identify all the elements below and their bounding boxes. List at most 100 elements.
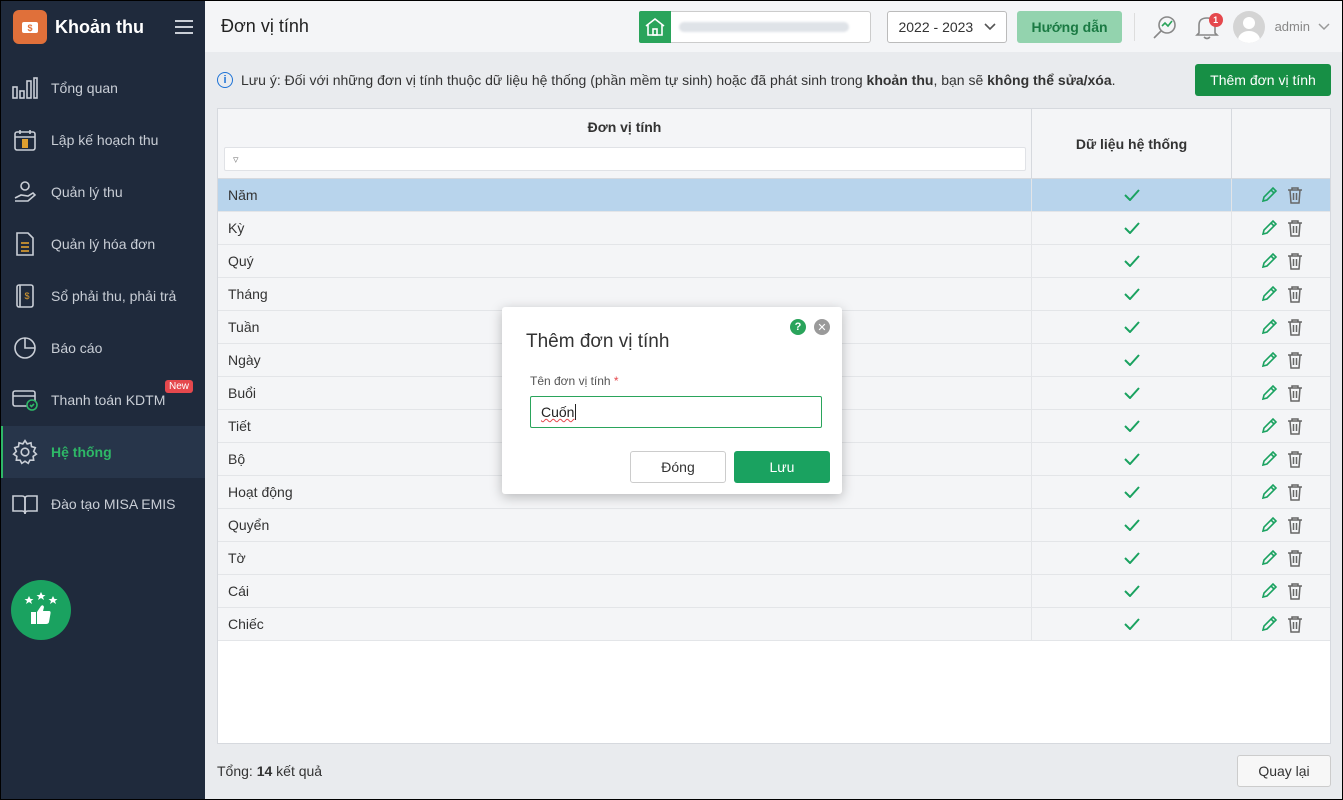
table-row[interactable]: Kỳ (218, 212, 1330, 245)
header-divider (1133, 12, 1135, 41)
system-check-icon (1032, 245, 1232, 277)
edit-icon[interactable] (1260, 450, 1278, 468)
sidebar-item-training[interactable]: Đào tạo MISA EMIS (1, 478, 205, 530)
sidebar-nav: Tổng quan Lập kế hoạch thu Quản lý thu Q… (1, 62, 205, 530)
sidebar-item-label: Đào tạo MISA EMIS (51, 496, 176, 512)
delete-icon[interactable] (1286, 384, 1304, 402)
top-header: Đơn vị tính 2022 - 2023 Hướng dẫn 1 admi… (205, 0, 1343, 52)
school-selector[interactable] (671, 10, 872, 43)
delete-icon[interactable] (1286, 351, 1304, 369)
sidebar-item-reports[interactable]: Báo cáo (1, 322, 205, 374)
unit-name-label: Tên đơn vị tính * (530, 374, 619, 388)
delete-icon[interactable] (1286, 252, 1304, 270)
unit-filter-input[interactable]: ▿ (224, 147, 1026, 171)
edit-icon[interactable] (1260, 417, 1278, 435)
system-check-icon (1032, 179, 1232, 211)
unit-name-input[interactable]: Cuốn (530, 396, 822, 428)
row-actions (1232, 476, 1330, 508)
system-check-icon (1032, 410, 1232, 442)
table-row[interactable]: Quý (218, 245, 1330, 278)
delete-icon[interactable] (1286, 318, 1304, 336)
unit-name-cell: Quyển (218, 509, 1032, 541)
sidebar: $ Khoản thu Tổng quan Lập kế hoạch thu Q… (0, 0, 205, 800)
close-button[interactable]: Đóng (630, 451, 726, 483)
add-unit-dialog: Thêm đơn vị tính ? ✕ Tên đơn vị tính * C… (502, 307, 842, 494)
edit-icon[interactable] (1260, 318, 1278, 336)
ledger-icon: $ (11, 282, 39, 310)
help-icon[interactable]: ? (790, 319, 806, 335)
save-button[interactable]: Lưu (734, 451, 830, 483)
delete-icon[interactable] (1286, 483, 1304, 501)
notice-banner: i Lưu ý: Đối với những đơn vị tính thuộc… (217, 72, 1116, 88)
delete-icon[interactable] (1286, 582, 1304, 600)
system-check-icon (1032, 377, 1232, 409)
edit-icon[interactable] (1260, 549, 1278, 567)
notification-count: 1 (1208, 12, 1223, 27)
brand: $ Khoản thu (1, 1, 205, 53)
edit-icon[interactable] (1260, 351, 1278, 369)
delete-icon[interactable] (1286, 549, 1304, 567)
hand-coin-icon (11, 178, 39, 206)
edit-icon[interactable] (1260, 483, 1278, 501)
table-header: Đơn vị tính ▿ Dữ liệu hệ thống (218, 109, 1330, 179)
table-row[interactable]: Năm (218, 179, 1330, 212)
guide-button[interactable]: Hướng dẫn (1017, 10, 1122, 43)
svg-text:$: $ (27, 23, 32, 33)
delete-icon[interactable] (1286, 516, 1304, 534)
notification-bell-icon[interactable]: 1 (1189, 9, 1225, 45)
school-year-select[interactable]: 2022 - 2023 (887, 10, 1008, 43)
unit-name-cell: Cái (218, 575, 1032, 607)
app-logo-icon: $ (13, 10, 47, 44)
column-unit: Đơn vị tính ▿ (218, 109, 1032, 178)
edit-icon[interactable] (1260, 615, 1278, 633)
sidebar-item-label: Quản lý thu (51, 184, 123, 200)
edit-icon[interactable] (1260, 384, 1278, 402)
feedback-button[interactable] (11, 580, 71, 640)
edit-icon[interactable] (1260, 285, 1278, 303)
edit-icon[interactable] (1260, 252, 1278, 270)
new-badge: New (165, 380, 194, 393)
system-check-icon (1032, 542, 1232, 574)
edit-icon[interactable] (1260, 516, 1278, 534)
edit-icon[interactable] (1260, 219, 1278, 237)
table-row[interactable]: Quyển (218, 509, 1330, 542)
sidebar-item-ledger[interactable]: $ Sổ phải thu, phải trả (1, 270, 205, 322)
delete-icon[interactable] (1286, 615, 1304, 633)
unit-name-cell: Năm (218, 179, 1032, 211)
search-analytics-icon[interactable] (1147, 9, 1183, 45)
table-row[interactable]: Chiếc (218, 608, 1330, 641)
back-button[interactable]: Quay lại (1237, 755, 1331, 787)
edit-icon[interactable] (1260, 186, 1278, 204)
delete-icon[interactable] (1286, 417, 1304, 435)
sidebar-item-label: Thanh toán KDTM (51, 392, 166, 408)
sidebar-item-planning[interactable]: Lập kế hoạch thu (1, 114, 205, 166)
delete-icon[interactable] (1286, 450, 1304, 468)
row-actions (1232, 443, 1330, 475)
delete-icon[interactable] (1286, 285, 1304, 303)
close-icon[interactable]: ✕ (814, 319, 830, 335)
delete-icon[interactable] (1286, 186, 1304, 204)
sidebar-item-revenue[interactable]: Quản lý thu (1, 166, 205, 218)
row-actions (1232, 179, 1330, 211)
sidebar-item-overview[interactable]: Tổng quan (1, 62, 205, 114)
home-button[interactable] (639, 10, 672, 43)
sidebar-item-invoices[interactable]: Quản lý hóa đơn (1, 218, 205, 270)
menu-toggle-icon[interactable] (175, 20, 193, 34)
delete-icon[interactable] (1286, 219, 1304, 237)
sidebar-item-payment[interactable]: Thanh toán KDTM New (1, 374, 205, 426)
sidebar-item-system[interactable]: Hệ thống (1, 426, 205, 478)
edit-icon[interactable] (1260, 582, 1278, 600)
page-title: Đơn vị tính (221, 16, 309, 36)
sidebar-item-label: Tổng quan (51, 80, 118, 96)
unit-name-cell: Quý (218, 245, 1032, 277)
table-row[interactable]: Cái (218, 575, 1330, 608)
system-check-icon (1032, 608, 1232, 640)
user-name: admin (1274, 19, 1310, 34)
chevron-down-icon (1318, 22, 1330, 30)
add-unit-button[interactable]: Thêm đơn vị tính (1195, 64, 1331, 96)
row-actions (1232, 509, 1330, 541)
user-menu[interactable]: admin (1232, 10, 1330, 43)
svg-text:$: $ (24, 291, 29, 301)
table-row[interactable]: Tờ (218, 542, 1330, 575)
unit-name-cell: Kỳ (218, 212, 1032, 244)
